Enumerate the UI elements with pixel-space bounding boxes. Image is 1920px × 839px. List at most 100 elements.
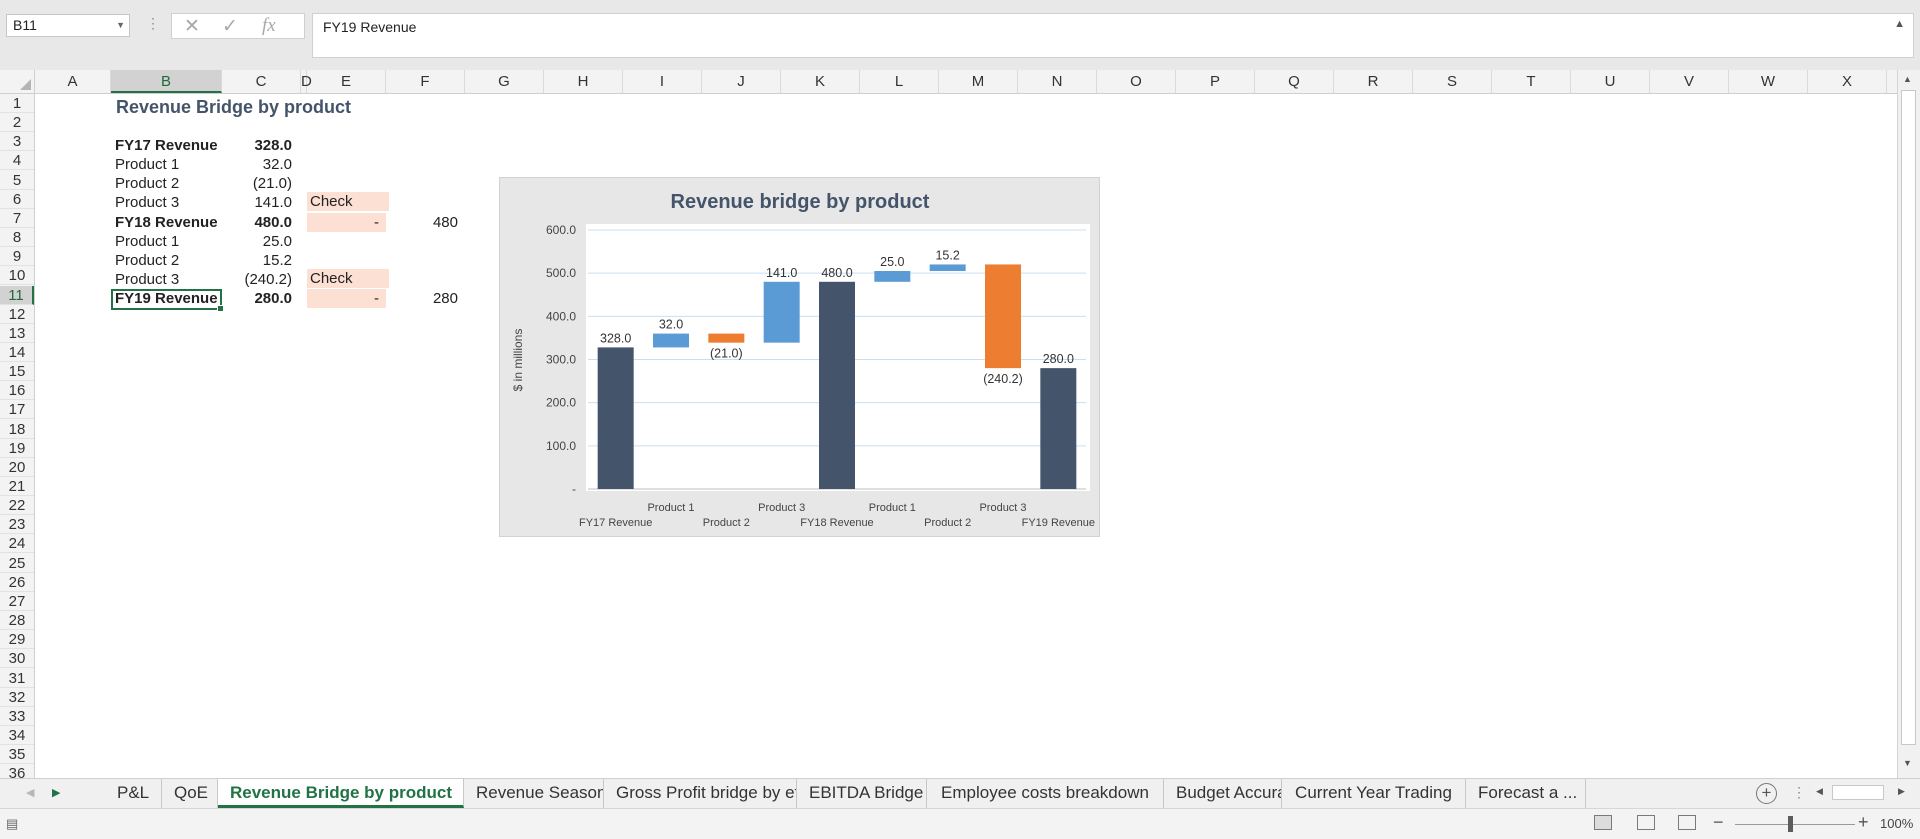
row-header-12[interactable]: 12 — [0, 305, 34, 324]
column-header-h[interactable]: H — [544, 70, 623, 93]
row-value[interactable]: (21.0) — [224, 174, 292, 193]
sheet-title[interactable]: Revenue Bridge by product — [116, 97, 351, 117]
sheet-tab[interactable]: Budget Accuracy — [1164, 779, 1282, 808]
page-layout-view-icon[interactable] — [1637, 815, 1655, 830]
sheet-tab[interactable]: QoE — [162, 779, 218, 808]
column-header-l[interactable]: L — [860, 70, 939, 93]
row-header-1[interactable]: 1 — [0, 94, 34, 113]
column-header-e[interactable]: E — [307, 70, 386, 93]
column-header-w[interactable]: W — [1729, 70, 1808, 93]
column-header-c[interactable]: C — [222, 70, 301, 93]
row-header-9[interactable]: 9 — [0, 247, 34, 266]
vertical-scroll-thumb[interactable] — [1901, 90, 1916, 745]
column-header-v[interactable]: V — [1650, 70, 1729, 93]
row-label[interactable]: Product 2 — [115, 251, 220, 270]
scroll-up-icon[interactable]: ▲ — [1903, 74, 1912, 84]
fill-handle[interactable] — [217, 305, 224, 312]
more-options-icon[interactable]: ⋮ — [146, 15, 160, 32]
column-header-s[interactable]: S — [1413, 70, 1492, 93]
check-total[interactable]: 480 — [386, 213, 458, 232]
row-value[interactable]: (240.2) — [224, 270, 292, 289]
select-all-button[interactable] — [0, 70, 35, 93]
column-header-x[interactable]: X — [1808, 70, 1887, 93]
waterfall-chart[interactable]: Revenue bridge by product $ in millions … — [499, 177, 1100, 537]
row-header-33[interactable]: 33 — [0, 707, 34, 726]
row-header-28[interactable]: 28 — [0, 611, 34, 630]
row-header-19[interactable]: 19 — [0, 439, 34, 458]
name-box[interactable]: B11 ▼ — [6, 14, 130, 37]
insert-function-icon[interactable]: fx — [262, 15, 276, 37]
column-header-r[interactable]: R — [1334, 70, 1413, 93]
check-value[interactable]: - — [307, 213, 386, 232]
row-header-26[interactable]: 26 — [0, 573, 34, 592]
cancel-icon[interactable]: ✕ — [184, 15, 200, 38]
page-break-preview-icon[interactable] — [1678, 815, 1696, 830]
row-header-30[interactable]: 30 — [0, 649, 34, 668]
row-header-36[interactable]: 36 — [0, 764, 34, 778]
row-header-13[interactable]: 13 — [0, 324, 34, 343]
column-header-a[interactable]: A — [35, 70, 111, 93]
sheet-tab[interactable]: Forecast a ... — [1466, 779, 1586, 808]
column-header-f[interactable]: F — [386, 70, 465, 93]
row-label[interactable]: FY18 Revenue — [115, 213, 220, 232]
sheet-tab[interactable]: Revenue Seasonality — [464, 779, 604, 808]
vertical-scrollbar[interactable]: ▲ ▼ — [1897, 70, 1920, 778]
previous-sheet-icon[interactable]: ◀ — [26, 786, 34, 799]
row-header-25[interactable]: 25 — [0, 554, 34, 573]
zoom-slider[interactable] — [1735, 824, 1855, 825]
sheet-tab[interactable]: EBITDA Bridge — [797, 779, 927, 808]
row-value[interactable]: 32.0 — [224, 155, 292, 174]
row-header-22[interactable]: 22 — [0, 496, 34, 515]
column-header-u[interactable]: U — [1571, 70, 1650, 93]
normal-view-icon[interactable] — [1594, 815, 1612, 830]
row-header-6[interactable]: 6 — [0, 190, 34, 209]
column-header-o[interactable]: O — [1097, 70, 1176, 93]
row-header-17[interactable]: 17 — [0, 400, 34, 419]
next-sheet-icon[interactable]: ▶ — [52, 786, 60, 799]
row-header-10[interactable]: 10 — [0, 266, 34, 285]
check-total[interactable]: 280 — [386, 289, 458, 308]
horizontal-scroll-thumb[interactable] — [1832, 785, 1884, 800]
chevron-down-icon[interactable]: ▼ — [116, 15, 125, 36]
row-value[interactable]: 141.0 — [224, 193, 292, 212]
row-header-15[interactable]: 15 — [0, 362, 34, 381]
row-header-35[interactable]: 35 — [0, 745, 34, 764]
column-header-n[interactable]: N — [1018, 70, 1097, 93]
row-value[interactable]: 25.0 — [224, 232, 292, 251]
row-value[interactable]: 280.0 — [224, 289, 292, 308]
check-label[interactable]: Check — [307, 269, 389, 288]
sheet-tab[interactable]: Current Year Trading — [1282, 779, 1466, 808]
scroll-right-icon[interactable]: ▶ — [1898, 786, 1905, 797]
row-header-29[interactable]: 29 — [0, 630, 34, 649]
row-label[interactable]: FY17 Revenue — [115, 136, 220, 155]
row-header-34[interactable]: 34 — [0, 726, 34, 745]
scroll-down-icon[interactable]: ▼ — [1903, 758, 1912, 768]
row-header-8[interactable]: 8 — [0, 228, 34, 247]
column-header-b[interactable]: B — [111, 70, 222, 93]
row-header-18[interactable]: 18 — [0, 420, 34, 439]
row-header-31[interactable]: 31 — [0, 669, 34, 688]
row-header-23[interactable]: 23 — [0, 515, 34, 534]
row-header-5[interactable]: 5 — [0, 171, 34, 190]
row-header-3[interactable]: 3 — [0, 132, 34, 151]
row-label[interactable]: Product 2 — [115, 174, 220, 193]
row-header-7[interactable]: 7 — [0, 209, 34, 228]
row-header-24[interactable]: 24 — [0, 534, 34, 553]
row-header-16[interactable]: 16 — [0, 381, 34, 400]
sheet-tab[interactable]: Gross Profit bridge by effect — [604, 779, 797, 808]
add-sheet-icon[interactable]: + — [1756, 783, 1777, 804]
column-header-m[interactable]: M — [939, 70, 1018, 93]
row-label[interactable]: Product 3 — [115, 270, 220, 289]
horizontal-scrollbar[interactable]: ◀ ▶ — [1812, 785, 1912, 801]
row-header-11[interactable]: 11 — [0, 286, 34, 305]
zoom-out-icon[interactable]: − — [1713, 812, 1724, 833]
column-header-i[interactable]: I — [623, 70, 702, 93]
zoom-slider-knob[interactable] — [1788, 816, 1793, 832]
row-value[interactable]: 15.2 — [224, 251, 292, 270]
column-header-q[interactable]: Q — [1255, 70, 1334, 93]
tab-splitter-icon[interactable]: ⋮ — [1792, 784, 1806, 801]
row-header-21[interactable]: 21 — [0, 477, 34, 496]
column-header-p[interactable]: P — [1176, 70, 1255, 93]
sheet-tab[interactable]: P&L — [105, 779, 162, 808]
check-value[interactable]: - — [307, 289, 386, 308]
